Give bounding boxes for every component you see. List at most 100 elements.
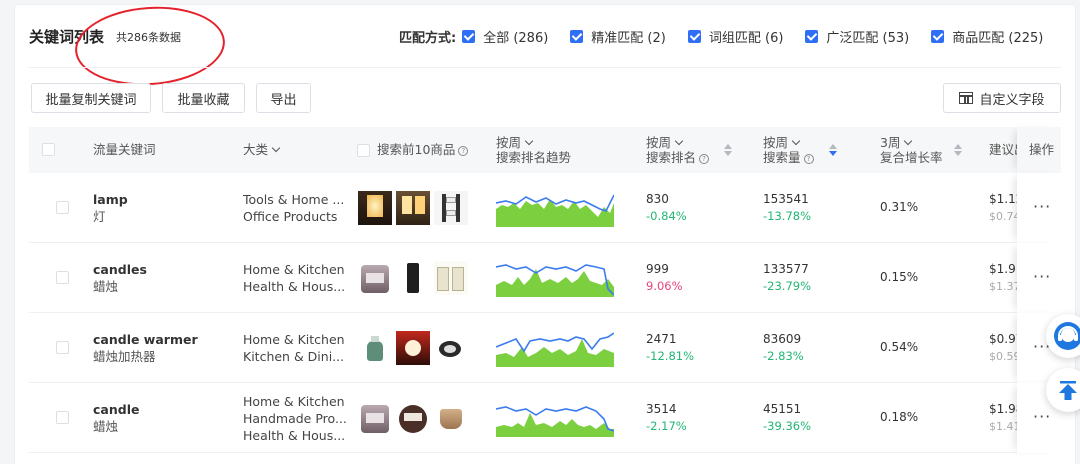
header-divider: [29, 67, 1061, 68]
row-checkbox[interactable]: [56, 341, 69, 354]
checkbox-icon[interactable]: [687, 30, 701, 43]
volume-value: 133577: [763, 262, 809, 276]
more-icon[interactable]: ···: [1033, 197, 1051, 216]
match-option-label: 全部 (286): [483, 31, 549, 46]
col-category-label: 大类: [243, 142, 269, 157]
product-thumbnail[interactable]: [396, 191, 430, 225]
col-trend[interactable]: 按周 搜索排名趋势: [496, 135, 571, 165]
product-thumbnail[interactable]: [396, 401, 430, 435]
category-item: Tools & Home ...: [243, 192, 345, 207]
sort-icon[interactable]: [724, 143, 732, 157]
checkbox-icon[interactable]: [462, 30, 476, 43]
product-thumbnail[interactable]: [358, 191, 392, 225]
keyword-zh: 蜡烛: [93, 279, 119, 294]
match-option-label: 广泛匹配 (53): [826, 31, 910, 46]
match-all-option[interactable]: 全部 (286): [462, 27, 548, 46]
col-volume-period: 按周: [763, 135, 789, 150]
product-thumbnail[interactable]: [434, 261, 468, 295]
customer-service-button[interactable]: [1046, 314, 1080, 358]
growth-value: 0.15%: [880, 270, 919, 284]
product-thumbnail[interactable]: [358, 401, 392, 435]
growth-value: 0.18%: [880, 410, 919, 424]
product-thumbnail[interactable]: [434, 401, 468, 435]
keyword-en[interactable]: lamp: [93, 191, 128, 208]
keyword-cell: candle warmer 蜡烛加热器: [93, 331, 198, 365]
product-thumbnail[interactable]: [358, 261, 392, 295]
col-volume[interactable]: 按周 搜索量?: [763, 135, 814, 165]
category-cell: Home & Kitchen Kitchen & Dini...: [243, 331, 345, 365]
col-trend-label: 搜索排名趋势: [496, 150, 572, 165]
keyword-zh: 蜡烛加热器: [93, 349, 156, 364]
col-rank-label: 搜索排名: [646, 150, 697, 165]
rank-value: 3514: [646, 402, 677, 416]
product-thumbnail[interactable]: [434, 191, 468, 225]
match-product-option[interactable]: 商品匹配 (225): [931, 27, 1043, 46]
trend-sparkline: [496, 406, 614, 437]
checkbox-icon[interactable]: [805, 30, 819, 43]
select-all-checkbox[interactable]: [42, 143, 55, 156]
volume-change: -2.83%: [763, 349, 804, 363]
rank-cell: 2471 -12.81%: [646, 331, 694, 365]
match-broad-option[interactable]: 广泛匹配 (53): [805, 27, 909, 46]
category-item: Health & Hous...: [243, 279, 346, 294]
category-item: Health & Hous...: [243, 428, 346, 443]
col-rank[interactable]: 按周 搜索排名?: [646, 135, 710, 165]
category-item: Office Products: [243, 209, 338, 224]
match-exact-option[interactable]: 精准匹配 (2): [570, 27, 666, 46]
page-title: 关键词列表: [29, 28, 105, 46]
help-icon[interactable]: ?: [699, 154, 710, 164]
batch-copy-keywords-button[interactable]: 批量复制关键词: [31, 83, 151, 113]
product-thumbnail[interactable]: [396, 261, 430, 295]
col-trend-period: 按周: [496, 135, 522, 150]
trend-sparkline: [496, 264, 614, 297]
batch-favorite-button[interactable]: 批量收藏: [162, 83, 245, 113]
record-count: 共286条数据: [116, 31, 181, 44]
rank-change: -12.81%: [646, 349, 694, 363]
product-thumbnail[interactable]: [434, 331, 468, 365]
match-phrase-option[interactable]: 词组匹配 (6): [687, 27, 783, 46]
category-item: Kitchen & Dini...: [243, 349, 345, 364]
top10-checkbox[interactable]: [357, 144, 370, 157]
more-icon[interactable]: ···: [1033, 267, 1051, 286]
volume-value: 83609: [763, 332, 802, 346]
row-checkbox[interactable]: [56, 411, 69, 424]
keyword-en[interactable]: candle warmer: [93, 331, 198, 348]
trend-sparkline: [496, 332, 614, 367]
rank-cell: 3514 -2.17%: [646, 401, 687, 435]
top10-products: [358, 261, 468, 295]
rank-cell: 999 9.06%: [646, 261, 683, 295]
custom-fields-button[interactable]: 自定义字段: [943, 83, 1061, 113]
sort-icon[interactable]: [954, 143, 962, 157]
col-category[interactable]: 大类: [243, 142, 281, 157]
keyword-en[interactable]: candle: [93, 401, 139, 418]
col-keyword: 流量关键词: [93, 142, 156, 157]
sort-desc-icon[interactable]: [829, 143, 837, 157]
back-to-top-button[interactable]: [1046, 368, 1080, 412]
col-growth[interactable]: 3周 复合增长率: [880, 135, 943, 165]
category-cell: Home & Kitchen Health & Hous...: [243, 261, 345, 295]
checkbox-icon[interactable]: [931, 30, 945, 43]
checkbox-icon[interactable]: [570, 30, 584, 43]
headset-icon: [1054, 322, 1080, 350]
rank-value: 830: [646, 192, 669, 206]
product-thumbnail[interactable]: [358, 331, 392, 365]
top10-products: [358, 191, 468, 225]
top10-products: [358, 331, 468, 365]
row-checkbox[interactable]: [56, 201, 69, 214]
col-top10-label: 搜索前10商品: [377, 142, 456, 157]
growth-value: 0.31%: [880, 200, 919, 214]
row-checkbox[interactable]: [56, 271, 69, 284]
growth-value: 0.54%: [880, 340, 919, 354]
volume-value: 45151: [763, 402, 802, 416]
product-thumbnail[interactable]: [396, 331, 430, 365]
keyword-cell: candle 蜡烛: [93, 401, 139, 435]
help-icon[interactable]: ?: [458, 146, 469, 156]
table-header: 流量关键词 大类 搜索前10商品? 按周 搜索排名趋势 按周 搜索排名? 按周 搜索量…: [29, 127, 1061, 173]
table-row: candles 蜡烛 Home & Kitchen Health & Hous...…: [29, 243, 1061, 313]
category-item: Home & Kitchen: [243, 332, 345, 347]
trend-sparkline: [496, 194, 614, 227]
export-button[interactable]: 导出: [256, 83, 311, 113]
help-icon[interactable]: ?: [803, 154, 814, 164]
col-growth-period: 3周: [880, 135, 901, 150]
keyword-en[interactable]: candles: [93, 261, 147, 278]
